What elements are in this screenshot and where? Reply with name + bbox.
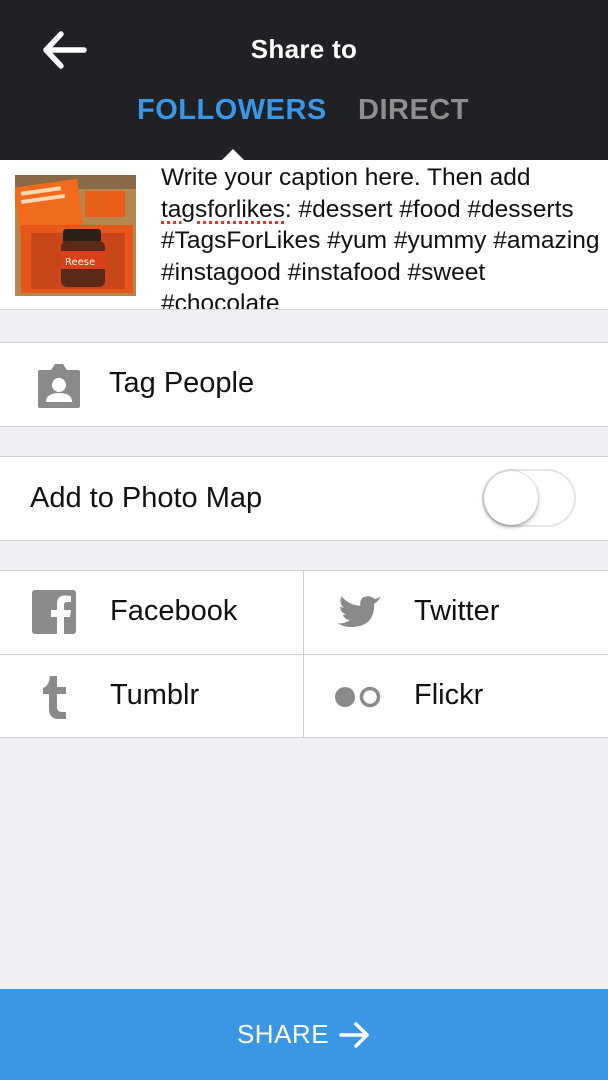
arrow-right-icon [339, 1021, 369, 1048]
tab-followers[interactable]: FOLLOWERS [137, 94, 327, 127]
tag-people-label: Tag People [109, 367, 255, 399]
tag-people-row[interactable]: Tag People [0, 342, 608, 427]
caption-input[interactable]: Write your caption here. Then add tagsfo… [161, 162, 601, 309]
flickr-share-button[interactable]: Flickr [304, 655, 607, 738]
tumblr-share-button[interactable]: Tumblr [0, 655, 303, 738]
facebook-share-button[interactable]: Facebook [0, 571, 303, 654]
twitter-icon [337, 596, 382, 627]
misspelled-word: tagsforlikes [161, 195, 285, 223]
twitter-share-button[interactable]: Twitter [304, 571, 607, 654]
share-button[interactable]: SHARE [0, 989, 608, 1080]
share-label: SHARE [236, 1019, 330, 1049]
facebook-label: Facebook [110, 595, 238, 627]
tumblr-icon [43, 676, 66, 719]
twitter-label: Twitter [414, 595, 500, 627]
caption-section: Reese Write your caption here. Then add … [0, 160, 608, 310]
flickr-label: Flickr [414, 679, 484, 711]
share-services-grid: Facebook Twitter Tumblr Flickr [0, 570, 608, 738]
active-tab-indicator [222, 149, 244, 160]
photo-map-label: Add to Photo Map [30, 482, 263, 514]
tumblr-label: Tumblr [110, 679, 200, 711]
page-title: Share to [250, 34, 358, 64]
top-bar: Share to FOLLOWERS DIRECT [0, 0, 608, 160]
photo-map-toggle[interactable] [482, 469, 576, 527]
photo-map-row: Add to Photo Map [0, 456, 608, 541]
photo-thumbnail[interactable]: Reese [15, 175, 136, 296]
tag-person-icon [38, 364, 80, 408]
facebook-icon [32, 590, 76, 634]
caption-text-start: Write your caption here. Then add [161, 164, 531, 191]
svg-text:Reese: Reese [65, 257, 95, 268]
flickr-icon [335, 686, 381, 708]
tab-direct[interactable]: DIRECT [358, 94, 469, 127]
toggle-knob [484, 471, 538, 525]
